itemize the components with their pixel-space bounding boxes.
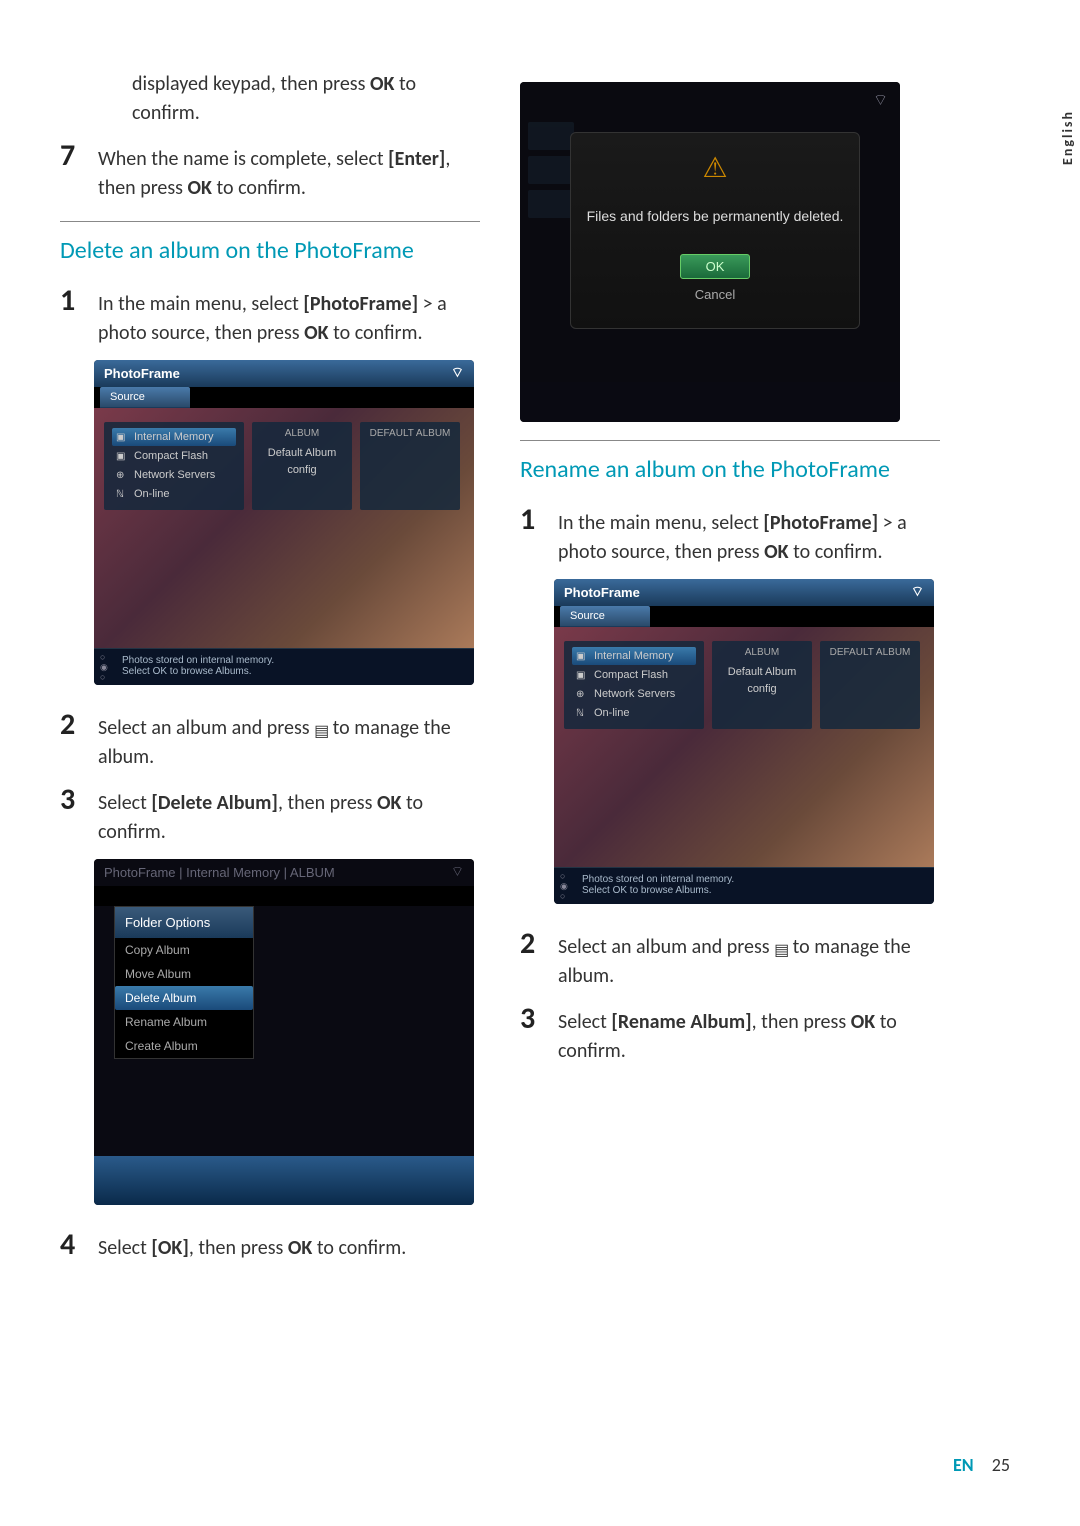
warning-icon: ⚠ bbox=[585, 151, 845, 184]
source-item: ⊕Network Servers bbox=[112, 466, 236, 484]
delete-step-3: 3 Select [Delete Album], then press OK t… bbox=[60, 778, 480, 847]
folder-option: Copy Album bbox=[115, 938, 253, 962]
device-screenshot-folder-options: PhotoFrame | Internal Memory | ALBUM ⌔ F… bbox=[94, 859, 474, 1205]
continuation-text: displayed keypad, then press OK to confi… bbox=[132, 70, 480, 128]
content-pane: Default Album bbox=[360, 422, 460, 510]
folder-option: Move Album bbox=[115, 962, 253, 986]
menu-icon bbox=[314, 716, 328, 732]
device-tab: Source bbox=[560, 606, 650, 627]
nav-glyphs: ○◉○ bbox=[560, 872, 568, 902]
wifi-icon: ⌔ bbox=[451, 863, 464, 881]
left-column: displayed keypad, then press OK to confi… bbox=[60, 70, 480, 1273]
step-7: 7 When the name is complete, select [Ent… bbox=[60, 134, 480, 203]
device-footer: ○◉○ Photos stored on internal memory. Se… bbox=[94, 648, 474, 685]
wifi-icon: ⌔ bbox=[451, 364, 464, 382]
delete-step-4: 4 Select [OK], then press OK to confirm. bbox=[60, 1223, 480, 1267]
wifi-icon: ⌔ bbox=[873, 90, 888, 110]
source-item-selected: ▣Internal Memory bbox=[112, 428, 236, 446]
source-item: ▣Compact Flash bbox=[112, 447, 236, 465]
divider bbox=[60, 221, 480, 222]
source-item: ⊕Network Servers bbox=[572, 685, 696, 703]
album-pane: ALBUM Default Album config bbox=[252, 422, 352, 510]
divider bbox=[520, 440, 940, 441]
rename-step-1: 1 In the main menu, select [PhotoFrame] … bbox=[520, 498, 940, 567]
language-tab: English bbox=[1055, 100, 1080, 175]
footer-page: 25 bbox=[992, 1454, 1010, 1476]
device-footer bbox=[94, 1156, 474, 1205]
device-footer: ○◉○ Photos stored on internal memory. Se… bbox=[554, 867, 934, 904]
device-title: PhotoFrame bbox=[104, 366, 180, 381]
folder-option-selected: Delete Album bbox=[115, 986, 253, 1010]
source-item: ℕOn-line bbox=[572, 704, 696, 722]
dialog-message: Files and folders be permanently deleted… bbox=[585, 208, 845, 224]
section-title-rename: Rename an album on the PhotoFrame bbox=[520, 455, 940, 484]
delete-step-2: 2 Select an album and press to manage th… bbox=[60, 703, 480, 772]
device-title: PhotoFrame bbox=[564, 585, 640, 600]
folder-option: Create Album bbox=[115, 1034, 253, 1058]
source-item: ℕOn-line bbox=[112, 485, 236, 503]
nav-glyphs: ○◉○ bbox=[100, 653, 108, 683]
page-footer: EN 25 bbox=[953, 1454, 1010, 1476]
wifi-icon: ⌔ bbox=[911, 583, 924, 601]
folder-options-box: Folder Options Copy Album Move Album Del… bbox=[114, 906, 254, 1059]
source-item: ▣Compact Flash bbox=[572, 666, 696, 684]
ghost-panels bbox=[528, 122, 574, 224]
source-pane: ▣Internal Memory ▣Compact Flash ⊕Network… bbox=[104, 422, 244, 510]
section-title-delete: Delete an album on the PhotoFrame bbox=[60, 236, 480, 265]
device-screenshot-dialog: ⌔ ⚠ Files and folders be permanently del… bbox=[520, 82, 900, 422]
folder-options-header: Folder Options bbox=[115, 907, 253, 938]
right-column: ⌔ ⚠ Files and folders be permanently del… bbox=[520, 70, 940, 1273]
album-pane: ALBUM Default Album config bbox=[712, 641, 812, 729]
rename-step-2: 2 Select an album and press to manage th… bbox=[520, 922, 940, 991]
device-screenshot-source: PhotoFrame ⌔ Source ▣Internal Memory ▣Co… bbox=[94, 360, 474, 685]
device-screenshot-source-2: PhotoFrame ⌔ Source ▣Internal Memory ▣Co… bbox=[554, 579, 934, 904]
device-tab: Source bbox=[100, 387, 190, 408]
dialog-ok-button: OK bbox=[680, 254, 750, 279]
rename-step-3: 3 Select [Rename Album], then press OK t… bbox=[520, 997, 940, 1066]
source-item-selected: ▣Internal Memory bbox=[572, 647, 696, 665]
step-number: 7 bbox=[60, 134, 98, 178]
confirm-dialog: ⚠ Files and folders be permanently delet… bbox=[570, 132, 860, 329]
content-pane: Default Album bbox=[820, 641, 920, 729]
device-crumb: PhotoFrame | Internal Memory | ALBUM bbox=[104, 865, 335, 880]
folder-option: Rename Album bbox=[115, 1010, 253, 1034]
menu-icon bbox=[774, 935, 788, 951]
footer-lang: EN bbox=[953, 1454, 974, 1476]
source-pane: ▣Internal Memory ▣Compact Flash ⊕Network… bbox=[564, 641, 704, 729]
delete-step-1: 1 In the main menu, select [PhotoFrame] … bbox=[60, 279, 480, 348]
dialog-cancel-button: Cancel bbox=[680, 283, 750, 306]
